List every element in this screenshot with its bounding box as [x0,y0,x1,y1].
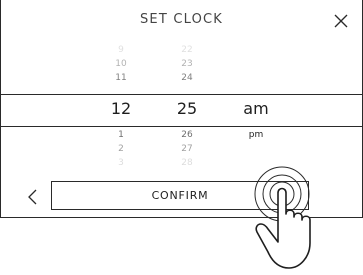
dialog-title: SET CLOCK [139,12,224,27]
minute-option[interactable]: 24 [157,72,217,84]
selected-period: am [243,99,269,118]
hour-option[interactable]: 2 [91,143,151,155]
minute-option[interactable]: 26 [157,129,217,141]
dialog-header: SET CLOCK [1,0,362,40]
minute-option[interactable]: 23 [157,58,217,70]
chevron-left-icon[interactable] [23,186,43,208]
time-picker-wheel[interactable]: 9 10 11 1 2 3 22 23 24 26 27 28 pm 12 25… [1,40,362,177]
hour-option[interactable]: 1 [91,129,151,141]
period-option[interactable]: pm [226,129,286,141]
minute-option[interactable]: 28 [157,157,217,169]
selected-minute: 25 [176,99,198,118]
hour-option[interactable]: 11 [91,72,151,84]
minute-option[interactable]: 27 [157,143,217,155]
close-icon[interactable] [332,12,350,30]
selected-hour: 12 [110,99,132,118]
hour-option[interactable]: 10 [91,58,151,70]
hour-option[interactable]: 3 [91,157,151,169]
hour-option[interactable]: 9 [91,44,151,56]
tap-hand-icon [250,165,330,271]
minute-option[interactable]: 22 [157,44,217,56]
